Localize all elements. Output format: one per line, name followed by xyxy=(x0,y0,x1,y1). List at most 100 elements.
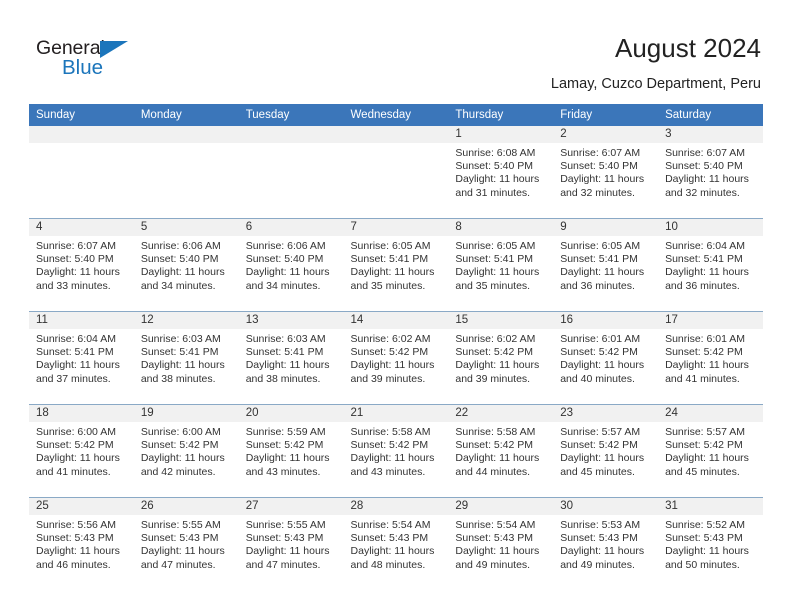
sunset-text: Sunset: 5:43 PM xyxy=(36,532,114,545)
calendar-day-cell[interactable]: 27 Sunrise: 5:55 AM Sunset: 5:43 PM Dayligh… xyxy=(238,497,344,590)
sunrise-text: Sunrise: 6:00 AM xyxy=(36,426,116,438)
sunrise-text: Sunrise: 6:01 AM xyxy=(665,333,746,345)
day-number: 18 xyxy=(29,405,134,422)
calendar-day-cell[interactable]: 2 Sunrise: 6:07 AM Sunset: 5:40 PM Daylight… xyxy=(553,126,659,219)
daylight-text-line2: and 45 minutes. xyxy=(560,465,635,478)
sunrise-text: Sunrise: 5:55 AM xyxy=(245,519,326,531)
calendar-day-cell[interactable]: 16 Sunrise: 6:01 AM Sunset: 5:42 PM Dayligh… xyxy=(553,311,659,405)
calendar-day-cell[interactable]: 25 Sunrise: 5:56 AM Sunset: 5:43 PM Dayligh… xyxy=(29,497,134,590)
weekday-header-monday: Monday xyxy=(133,104,239,126)
daylight-text-line2: and 33 minutes. xyxy=(36,279,111,292)
calendar-day-cell[interactable]: 5 Sunrise: 6:06 AM Sunset: 5:40 PM Daylight… xyxy=(133,218,239,312)
weekday-header-tuesday: Tuesday xyxy=(238,104,344,126)
calendar-day-cell[interactable]: 22 Sunrise: 5:58 AM Sunset: 5:42 PM Dayligh… xyxy=(448,404,554,498)
day-details: Sunrise: 6:03 AM Sunset: 5:41 PM Daylight:… xyxy=(134,329,239,386)
brand-name-general: General xyxy=(36,37,105,59)
day-cell-inner: 14 Sunrise: 6:02 AM Sunset: 5:42 PM Dayligh… xyxy=(343,312,449,404)
day-details: Sunrise: 5:59 AM Sunset: 5:42 PM Daylight:… xyxy=(239,422,344,479)
calendar-day-cell[interactable]: 28 Sunrise: 5:54 AM Sunset: 5:43 PM Dayligh… xyxy=(343,497,449,590)
daylight-text-line2: and 43 minutes. xyxy=(350,465,426,478)
day-cell-inner xyxy=(133,126,239,218)
calendar-day-cell[interactable]: 31 Sunrise: 5:52 AM Sunset: 5:43 PM Dayligh… xyxy=(658,497,763,590)
page-title: August 2024 xyxy=(614,33,761,63)
weekday-header-saturday: Saturday xyxy=(658,104,763,126)
daylight-text-line2: and 34 minutes. xyxy=(245,279,321,292)
daylight-text-line1: Daylight: 11 hours xyxy=(350,545,435,558)
calendar-day-cell[interactable]: 19 Sunrise: 6:00 AM Sunset: 5:42 PM Dayligh… xyxy=(133,404,239,498)
sunrise-text: Sunrise: 6:03 AM xyxy=(140,333,221,345)
calendar-day-cell[interactable]: 21 Sunrise: 5:58 AM Sunset: 5:42 PM Dayligh… xyxy=(343,404,449,498)
sunrise-text: Sunrise: 6:05 AM xyxy=(560,240,641,252)
day-number: 27 xyxy=(238,498,344,515)
day-cell-inner: 31 Sunrise: 5:52 AM Sunset: 5:43 PM Dayligh… xyxy=(658,498,763,590)
day-cell-inner: 21 Sunrise: 5:58 AM Sunset: 5:42 PM Dayligh… xyxy=(343,405,449,497)
day-number xyxy=(29,126,134,143)
sunset-text: Sunset: 5:42 PM xyxy=(350,439,429,452)
daylight-text-line1: Daylight: 11 hours xyxy=(350,452,435,465)
day-cell-inner: 4 Sunrise: 6:07 AM Sunset: 5:40 PM Daylight… xyxy=(29,219,134,311)
calendar-day-cell[interactable]: 30 Sunrise: 5:53 AM Sunset: 5:43 PM Dayligh… xyxy=(553,497,659,590)
daylight-text-line1: Daylight: 11 hours xyxy=(140,452,225,465)
day-number: 13 xyxy=(238,312,344,329)
daylight-text-line2: and 49 minutes. xyxy=(560,558,635,571)
calendar-day-cell[interactable]: 1 Sunrise: 6:08 AM Sunset: 5:40 PM Daylight… xyxy=(448,126,554,219)
daylight-text-line1: Daylight: 11 hours xyxy=(560,545,645,558)
day-number: 31 xyxy=(658,498,763,515)
day-cell-inner: 1 Sunrise: 6:08 AM Sunset: 5:40 PM Daylight… xyxy=(448,126,554,218)
day-cell-inner: 15 Sunrise: 6:02 AM Sunset: 5:42 PM Dayligh… xyxy=(448,312,554,404)
sunset-text: Sunset: 5:42 PM xyxy=(140,439,219,452)
calendar-day-cell[interactable]: 3 Sunrise: 6:07 AM Sunset: 5:40 PM Daylight… xyxy=(658,126,763,219)
calendar-day-cell[interactable]: 14 Sunrise: 6:02 AM Sunset: 5:42 PM Dayligh… xyxy=(343,311,449,405)
calendar-week-row: 25 Sunrise: 5:56 AM Sunset: 5:43 PM Dayligh… xyxy=(29,497,763,590)
sunset-text: Sunset: 5:43 PM xyxy=(665,532,743,545)
day-details: Sunrise: 6:05 AM Sunset: 5:41 PM Daylight:… xyxy=(344,236,449,293)
calendar-day-cell[interactable]: 24 Sunrise: 5:57 AM Sunset: 5:42 PM Dayligh… xyxy=(658,404,763,498)
calendar-day-cell[interactable]: 6 Sunrise: 6:06 AM Sunset: 5:40 PM Daylight… xyxy=(238,218,344,312)
calendar-day-cell[interactable]: 4 Sunrise: 6:07 AM Sunset: 5:40 PM Daylight… xyxy=(29,218,134,312)
daylight-text-line1: Daylight: 11 hours xyxy=(350,359,435,372)
day-details: Sunrise: 5:56 AM Sunset: 5:43 PM Daylight:… xyxy=(29,515,134,572)
daylight-text-line2: and 38 minutes. xyxy=(140,372,216,385)
sunrise-text: Sunrise: 6:07 AM xyxy=(560,147,641,159)
calendar-day-cell[interactable]: 10 Sunrise: 6:04 AM Sunset: 5:41 PM Dayligh… xyxy=(658,218,763,312)
calendar-day-cell[interactable]: 26 Sunrise: 5:55 AM Sunset: 5:43 PM Dayligh… xyxy=(133,497,239,590)
calendar-day-cell[interactable]: 13 Sunrise: 6:03 AM Sunset: 5:41 PM Dayligh… xyxy=(238,311,344,405)
calendar-day-cell[interactable]: 17 Sunrise: 6:01 AM Sunset: 5:42 PM Dayligh… xyxy=(658,311,763,405)
calendar-day-cell[interactable]: 11 Sunrise: 6:04 AM Sunset: 5:41 PM Dayligh… xyxy=(29,311,134,405)
calendar-day-cell[interactable]: 7 Sunrise: 6:05 AM Sunset: 5:41 PM Daylight… xyxy=(343,218,449,312)
calendar-day-cell[interactable]: 23 Sunrise: 5:57 AM Sunset: 5:42 PM Dayligh… xyxy=(553,404,659,498)
calendar-day-cell[interactable]: 8 Sunrise: 6:05 AM Sunset: 5:41 PM Daylight… xyxy=(448,218,554,312)
day-number: 11 xyxy=(29,312,134,329)
brand-name-blue: Blue xyxy=(62,56,104,79)
calendar-body: 1 Sunrise: 6:08 AM Sunset: 5:40 PM Daylight… xyxy=(29,126,763,590)
sunset-text: Sunset: 5:43 PM xyxy=(245,532,324,545)
sunset-text: Sunset: 5:41 PM xyxy=(140,346,219,359)
calendar-day-cell[interactable]: 18 Sunrise: 6:00 AM Sunset: 5:42 PM Dayligh… xyxy=(29,404,134,498)
day-number: 2 xyxy=(553,126,659,143)
day-cell-inner: 2 Sunrise: 6:07 AM Sunset: 5:40 PM Daylight… xyxy=(553,126,659,218)
calendar-day-cell[interactable]: 15 Sunrise: 6:02 AM Sunset: 5:42 PM Dayligh… xyxy=(448,311,554,405)
calendar-week-row: 11 Sunrise: 6:04 AM Sunset: 5:41 PM Dayligh… xyxy=(29,311,763,405)
daylight-text-line2: and 45 minutes. xyxy=(665,465,740,478)
calendar-day-cell[interactable]: 20 Sunrise: 5:59 AM Sunset: 5:42 PM Dayligh… xyxy=(238,404,344,498)
brand-logo[interactable]: General Blue xyxy=(36,38,156,84)
calendar-day-cell[interactable]: 12 Sunrise: 6:03 AM Sunset: 5:41 PM Dayligh… xyxy=(133,311,239,405)
daylight-text-line1: Daylight: 11 hours xyxy=(455,266,540,279)
day-number xyxy=(238,126,344,143)
sunset-text: Sunset: 5:42 PM xyxy=(36,439,114,452)
daylight-text-line1: Daylight: 11 hours xyxy=(665,359,749,372)
sunrise-text: Sunrise: 6:06 AM xyxy=(140,240,221,252)
calendar-day-cell[interactable]: 9 Sunrise: 6:05 AM Sunset: 5:41 PM Daylight… xyxy=(553,218,659,312)
daylight-text-line1: Daylight: 11 hours xyxy=(140,359,225,372)
day-number: 29 xyxy=(448,498,554,515)
day-number: 7 xyxy=(343,219,449,236)
daylight-text-line1: Daylight: 11 hours xyxy=(350,266,435,279)
calendar-day-cell[interactable]: 29 Sunrise: 5:54 AM Sunset: 5:43 PM Dayligh… xyxy=(448,497,554,590)
sunrise-text: Sunrise: 6:07 AM xyxy=(665,147,746,159)
sunset-text: Sunset: 5:40 PM xyxy=(140,253,219,266)
day-details: Sunrise: 6:03 AM Sunset: 5:41 PM Daylight:… xyxy=(239,329,344,386)
daylight-text-line2: and 36 minutes. xyxy=(560,279,635,292)
day-cell-inner: 17 Sunrise: 6:01 AM Sunset: 5:42 PM Dayligh… xyxy=(658,312,763,404)
sunrise-text: Sunrise: 6:05 AM xyxy=(350,240,431,252)
day-number xyxy=(343,126,449,143)
